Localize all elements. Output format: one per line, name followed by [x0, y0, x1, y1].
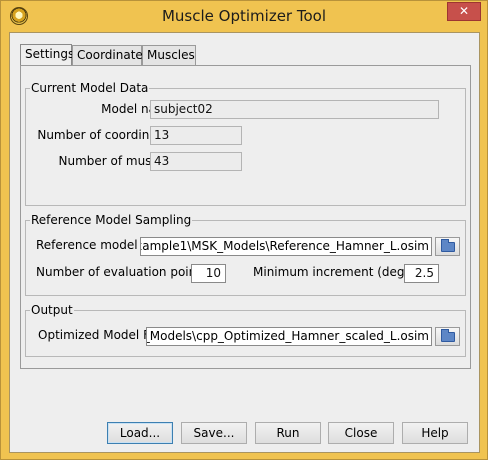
reference-model-path-input[interactable]: est\Example1\MSK_Models\Reference_Hamner… [140, 237, 432, 256]
run-button[interactable]: Run [255, 422, 321, 444]
folder-open-icon [441, 329, 455, 342]
reference-model-label: Reference model [36, 238, 138, 252]
evaluation-points-input[interactable]: 10 [191, 264, 226, 283]
current-model-group: Current Model Data Model name subject02 … [25, 81, 466, 206]
load-button[interactable]: Load... [107, 422, 173, 444]
window-close-button[interactable]: ✕ [447, 2, 481, 21]
reference-sampling-group: Reference Model Sampling Reference model… [25, 213, 466, 296]
title-bar: Muscle Optimizer Tool ✕ [1, 1, 487, 31]
tab-coordinates[interactable]: Coordinates [72, 45, 149, 66]
reference-sampling-group-title: Reference Model Sampling [30, 213, 193, 227]
evaluation-points-label: Number of evaluation points [36, 265, 208, 279]
help-button[interactable]: Help [402, 422, 468, 444]
dialog-body: Settings Coordinates Muscles Current Mod… [9, 32, 480, 453]
close-button[interactable]: Close [328, 422, 394, 444]
settings-panel: Current Model Data Model name subject02 … [20, 65, 471, 369]
model-name-field: subject02 [150, 100, 439, 119]
folder-open-icon [441, 239, 455, 252]
save-button[interactable]: Save... [181, 422, 247, 444]
coordinates-count-field: 13 [150, 126, 242, 145]
tab-muscles[interactable]: Muscles [142, 45, 196, 66]
tab-settings[interactable]: Settings [20, 44, 74, 66]
output-file-browse-button[interactable] [435, 327, 460, 346]
current-model-group-title: Current Model Data [30, 81, 150, 95]
output-group: Output Optimized Model File Optim_Models… [25, 303, 466, 357]
optimized-model-file-label: Optimized Model File [38, 328, 164, 342]
output-group-title: Output [30, 303, 74, 317]
muscle-optimizer-window: Muscle Optimizer Tool ✕ Settings Coordin… [0, 0, 488, 460]
muscles-count-field: 43 [150, 152, 242, 171]
window-title: Muscle Optimizer Tool [161, 7, 326, 25]
minimum-increment-input[interactable]: 2.5 [404, 264, 439, 283]
reference-model-browse-button[interactable] [435, 237, 460, 256]
optimized-model-file-input[interactable]: Optim_Models\cpp_Optimized_Hamner_scaled… [146, 327, 432, 346]
